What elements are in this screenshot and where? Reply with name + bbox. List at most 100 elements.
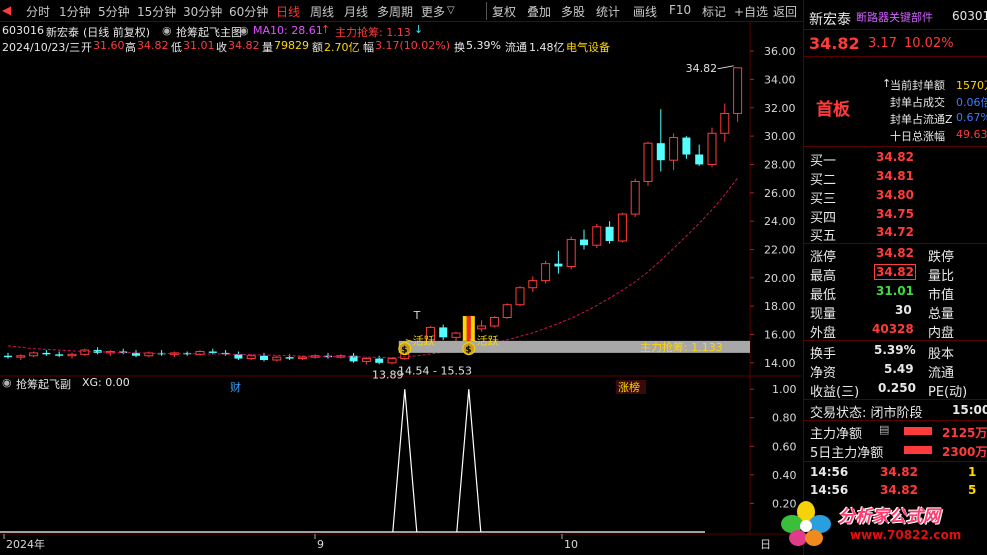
price-tick-label: 36.00 [764, 45, 796, 58]
candle-body [272, 356, 282, 361]
period-tab-week[interactable]: 周线 [310, 3, 334, 20]
bid-price-3: 34.80 [876, 188, 914, 202]
candle-body [234, 354, 243, 359]
turnover-value-rp: 5.39% [874, 343, 916, 357]
seal-value-0: 1570万 [956, 79, 987, 92]
period-tab-more[interactable]: 更多 [421, 3, 445, 20]
bid-price-4: 34.75 [876, 207, 914, 221]
bid-price-2: 34.81 [876, 169, 914, 183]
stats-button[interactable]: 统计 [596, 3, 620, 20]
watermark-url: www.70822.com [850, 528, 962, 542]
candle-body [67, 353, 77, 357]
market-cap-label: 市值 [928, 288, 955, 303]
sub-chart-xg: XG: 0.00 [82, 376, 130, 389]
kline-chart-area[interactable]: 603016 新宏泰 (日线 前复权) ◉ 抢筹起飞主图 ◉ MA10: 28.… [0, 22, 802, 555]
divider [804, 243, 987, 244]
money-bag-glyph: $ [401, 346, 407, 356]
sub-tick-label: 0.60 [772, 440, 797, 453]
period-tab-15min[interactable]: 15分钟 [137, 3, 176, 20]
limit-up-label: 涨停 [810, 250, 837, 265]
period-tab-5min[interactable]: 5分钟 [98, 3, 130, 20]
period-tab-fenshi[interactable]: 分时 [26, 3, 50, 20]
mark-button[interactable]: 标记 [702, 3, 726, 20]
net-asset-label: 净资 [810, 366, 837, 381]
tick-price: 34.82 [880, 483, 918, 497]
candle-body [16, 355, 26, 358]
period-tab-multi[interactable]: 多周期 [377, 3, 413, 20]
bid-label-1: 买一 [810, 154, 837, 169]
divider [804, 146, 987, 147]
sub-settings-icon[interactable]: ◉ [2, 376, 12, 389]
xg-spike [392, 389, 418, 533]
net5-bar [904, 446, 932, 454]
overlay-button[interactable]: 叠加 [527, 3, 551, 20]
signal-bar-red [466, 316, 471, 341]
bid-label-2: 买二 [810, 173, 837, 188]
candle-body [669, 137, 679, 161]
candle-body [375, 358, 384, 363]
period-tab-1min[interactable]: 1分钟 [59, 3, 91, 20]
net5-value: 2300万 [942, 445, 987, 459]
inner-label: 内盘 [928, 326, 955, 341]
period-tab-month[interactable]: 月线 [344, 3, 368, 20]
candle-body [733, 67, 743, 114]
quote-stock-name: 新宏泰 [809, 12, 851, 28]
peak-price-label: 34.82 [686, 62, 718, 75]
net-inflow-bar [904, 427, 932, 435]
bid-label-3: 买三 [810, 192, 837, 207]
outer-value: 40328 [872, 322, 914, 336]
price-tick-label: 32.00 [764, 102, 796, 115]
quote-code: 60301 [952, 9, 987, 23]
price-tick-label: 20.00 [764, 272, 796, 285]
divider [804, 29, 987, 30]
net5-label: 5日主力净额 [810, 446, 884, 461]
outer-label: 外盘 [810, 326, 837, 341]
draw-line-button[interactable]: 画线 [633, 3, 657, 20]
money-bag-glyph: $ [465, 346, 471, 356]
candle-body [260, 355, 268, 360]
menu-chevron-icon[interactable]: ◀ [2, 3, 11, 17]
candle-body [554, 263, 563, 267]
divider [804, 461, 987, 462]
period-tab-day[interactable]: 日线 [276, 3, 300, 20]
eps-value: 0.250 [878, 381, 916, 395]
trade-state: 交易状态: 闭市阶段 [810, 406, 923, 421]
fuquan-button[interactable]: 复权 [492, 3, 516, 20]
seal-label-1: 封单占成交 [890, 96, 945, 109]
candlestick-chart[interactable]: 36.00 34.00 32.00 30.00 28.00 26.00 24.00 22.00… [0, 22, 802, 555]
back-button[interactable]: 返回 [773, 3, 797, 20]
candle-body [643, 142, 653, 182]
f10-button[interactable]: F10 [669, 3, 691, 17]
tick-price: 34.82 [880, 465, 918, 479]
quote-price: 34.82 [809, 34, 860, 53]
sub-tick-label: 0.40 [772, 469, 797, 482]
add-watchlist-button[interactable]: +自选 [734, 3, 768, 20]
period-tab-30min[interactable]: 30分钟 [183, 3, 222, 20]
peak-arrow [717, 65, 734, 70]
net-inflow-detail-icon[interactable]: ▤ [879, 423, 889, 436]
sub-chart-title[interactable]: 抢筹起飞副 [16, 376, 71, 392]
candle-body [541, 263, 551, 282]
date-tick-label: 9 [317, 538, 324, 551]
seal-value-2: 0.67% [956, 111, 987, 124]
signal-bar-yellow [462, 316, 467, 341]
tick-time: 14:56 [810, 483, 849, 497]
quote-change: 3.17 [868, 36, 897, 51]
candle-body [208, 351, 217, 353]
divider [804, 399, 987, 400]
candle-body [29, 352, 39, 357]
high-value-rp: 34.82 [874, 264, 916, 280]
date-tick-label: 10 [564, 538, 578, 551]
seal-value-3: 49.63% [956, 128, 987, 141]
period-tab-60min[interactable]: 60分钟 [229, 3, 268, 20]
bid-label-4: 买四 [810, 211, 837, 226]
candle-body [439, 327, 448, 338]
more-dropdown-icon[interactable]: ▽ [447, 5, 455, 16]
zhangbang-marker: 涨榜 [618, 380, 640, 394]
price-tick-label: 22.00 [764, 243, 796, 256]
divider [804, 420, 987, 421]
price-tick-label: 30.00 [764, 130, 796, 143]
candle-body [451, 332, 461, 338]
multi-stock-button[interactable]: 多股 [561, 3, 585, 20]
price-tick-label: 24.00 [764, 215, 796, 228]
